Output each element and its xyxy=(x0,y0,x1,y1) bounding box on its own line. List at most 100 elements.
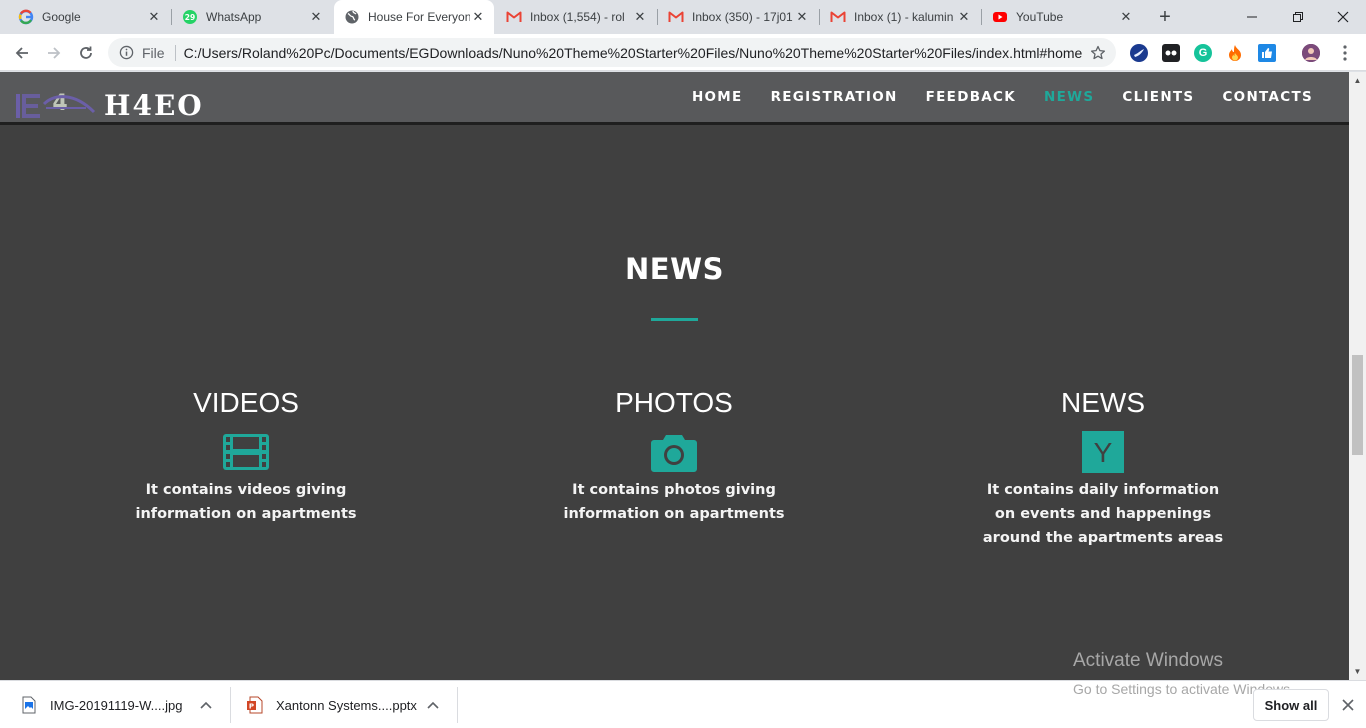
globe-icon xyxy=(344,9,360,25)
new-tab-button[interactable]: + xyxy=(1155,6,1175,28)
url-text[interactable]: C:/Users/Roland%20Pc/Documents/EGDownloa… xyxy=(184,45,1083,61)
grammarly-icon[interactable]: G xyxy=(1194,44,1212,62)
image-file-icon xyxy=(20,696,38,714)
logo-text: H4EO xyxy=(104,88,204,122)
chevron-up-icon[interactable] xyxy=(196,701,216,709)
nav-contacts[interactable]: CONTACTS xyxy=(1222,89,1313,105)
gmail-icon xyxy=(830,9,846,25)
close-icon[interactable]: ✕ xyxy=(956,9,972,25)
download-item[interactable]: IMG-20191119-W....jpg xyxy=(0,687,231,723)
camera-icon xyxy=(524,430,824,474)
browser-toolbar: File C:/Users/Roland%20Pc/Documents/EGDo… xyxy=(0,34,1366,71)
close-icon[interactable]: ✕ xyxy=(794,9,810,25)
tab-title: Inbox (350) - 17j01 xyxy=(692,10,793,24)
feature-description-line: information on apartments xyxy=(563,506,785,522)
logo-mark-icon: 4 xyxy=(16,91,96,118)
download-item[interactable]: P Xantonn Systems....pptx xyxy=(232,687,458,723)
page-viewport: 4 H4EO HOME REGISTRATION FEEDBACK NEWS C… xyxy=(0,72,1349,680)
gmail-icon xyxy=(668,9,684,25)
gmail-icon xyxy=(506,9,522,25)
omnibox-divider xyxy=(174,44,176,61)
feature-title: NEWS xyxy=(1061,387,1145,418)
close-icon[interactable]: ✕ xyxy=(1118,9,1134,25)
tab-title: Google xyxy=(42,10,81,24)
address-bar[interactable]: File C:/Users/Roland%20Pc/Documents/EGDo… xyxy=(108,38,1116,67)
page-scrollbar[interactable]: ▲ ▼ xyxy=(1349,72,1366,680)
tab-youtube[interactable]: YouTube ✕ xyxy=(982,0,1142,34)
nav-home[interactable]: HOME xyxy=(692,89,743,105)
tab-title: WhatsApp xyxy=(206,10,262,24)
close-icon[interactable]: ✕ xyxy=(470,9,486,25)
feature-photos: PHOTOS It contains photos giving informa… xyxy=(524,382,824,526)
feature-description: It contains photos giving information on… xyxy=(524,478,824,526)
scroll-up-arrow-icon[interactable]: ▲ xyxy=(1349,72,1366,89)
feature-description: It contains videos giving information on… xyxy=(96,478,396,526)
minimize-button[interactable] xyxy=(1229,0,1275,34)
chevron-up-icon[interactable] xyxy=(423,701,443,709)
extension-fire-icon[interactable] xyxy=(1226,44,1244,62)
downloads-bar: IMG-20191119-W....jpg P Xantonn Systems.… xyxy=(0,680,1366,728)
svg-text:4: 4 xyxy=(52,91,67,116)
tab-title: Inbox (1) - kalumin xyxy=(854,10,954,24)
feature-description-line: It contains daily information xyxy=(986,482,1220,498)
tab-gmail-3[interactable]: Inbox (1) - kalumin ✕ xyxy=(820,0,980,34)
youtube-icon xyxy=(992,9,1008,25)
show-all-downloads-button[interactable]: Show all xyxy=(1253,689,1329,721)
feature-news: NEWS Y It contains daily information on … xyxy=(953,382,1253,550)
extension-shield-icon[interactable] xyxy=(1130,44,1148,62)
tab-title: House For Everyone xyxy=(368,10,470,24)
feature-title: VIDEOS xyxy=(193,387,299,418)
close-icon[interactable]: ✕ xyxy=(308,9,324,25)
nav-feedback[interactable]: FEEDBACK xyxy=(926,89,1016,105)
nav-registration[interactable]: REGISTRATION xyxy=(771,89,898,105)
download-filename: Xantonn Systems....pptx xyxy=(276,697,417,713)
close-icon[interactable] xyxy=(1338,695,1358,715)
tab-title: Inbox (1,554) - rol xyxy=(530,10,625,24)
back-button[interactable] xyxy=(8,39,36,67)
site-logo[interactable]: 4 H4EO xyxy=(16,88,204,122)
site-nav-links: HOME REGISTRATION FEEDBACK NEWS CLIENTS … xyxy=(664,72,1313,122)
tab-gmail-2[interactable]: Inbox (350) - 17j01 ✕ xyxy=(658,0,818,34)
nav-clients[interactable]: CLIENTS xyxy=(1122,89,1194,105)
feature-title: PHOTOS xyxy=(615,387,733,418)
url-scheme: File xyxy=(142,44,165,61)
feature-videos: VIDEOS It contains videos giving informa… xyxy=(96,382,396,526)
menu-icon[interactable] xyxy=(1336,44,1354,62)
film-icon xyxy=(96,430,396,474)
feature-description-line: information on apartments xyxy=(135,506,357,522)
reload-button[interactable] xyxy=(72,39,100,67)
section-title: NEWS xyxy=(625,252,724,286)
forward-button[interactable] xyxy=(40,39,68,67)
extension-thumbs-up-icon[interactable] xyxy=(1258,44,1276,62)
close-icon[interactable]: ✕ xyxy=(632,9,648,25)
feature-description-line: It contains videos giving xyxy=(145,482,347,498)
site-navbar: 4 H4EO HOME REGISTRATION FEEDBACK NEWS C… xyxy=(0,72,1349,125)
watermark-line: Activate Windows xyxy=(1073,650,1223,671)
feature-description-line: around the apartments areas xyxy=(982,530,1224,546)
star-icon[interactable] xyxy=(1089,44,1106,61)
info-icon[interactable] xyxy=(118,45,134,61)
feature-description-line: It contains photos giving xyxy=(572,482,776,498)
tab-google[interactable]: Google ✕ xyxy=(8,0,170,34)
windows-activation-watermark: Activate Windows xyxy=(1073,650,1223,672)
powerpoint-file-icon: P xyxy=(246,696,264,714)
tab-whatsapp[interactable]: 29 WhatsApp ✕ xyxy=(172,0,332,34)
tab-house-for-everyone[interactable]: House For Everyone ✕ xyxy=(334,0,494,34)
svg-text:Y: Y xyxy=(1094,437,1113,468)
avatar[interactable] xyxy=(1302,44,1320,62)
close-window-button[interactable] xyxy=(1320,0,1366,34)
whatsapp-icon: 29 xyxy=(182,9,198,25)
nav-news[interactable]: NEWS xyxy=(1044,89,1094,105)
scroll-down-arrow-icon[interactable]: ▼ xyxy=(1349,663,1366,680)
svg-text:P: P xyxy=(249,703,254,711)
tab-gmail-1[interactable]: Inbox (1,554) - rol ✕ xyxy=(496,0,656,34)
feature-description: It contains daily information on events … xyxy=(953,478,1253,550)
close-icon[interactable]: ✕ xyxy=(146,9,162,25)
title-underline xyxy=(651,318,698,321)
download-filename: IMG-20191119-W....jpg xyxy=(50,697,183,713)
google-icon xyxy=(18,9,34,25)
restore-button[interactable] xyxy=(1275,0,1321,34)
tab-title: YouTube xyxy=(1016,10,1064,24)
scrollbar-thumb[interactable] xyxy=(1352,355,1363,455)
extension-mask-icon[interactable] xyxy=(1162,44,1180,62)
